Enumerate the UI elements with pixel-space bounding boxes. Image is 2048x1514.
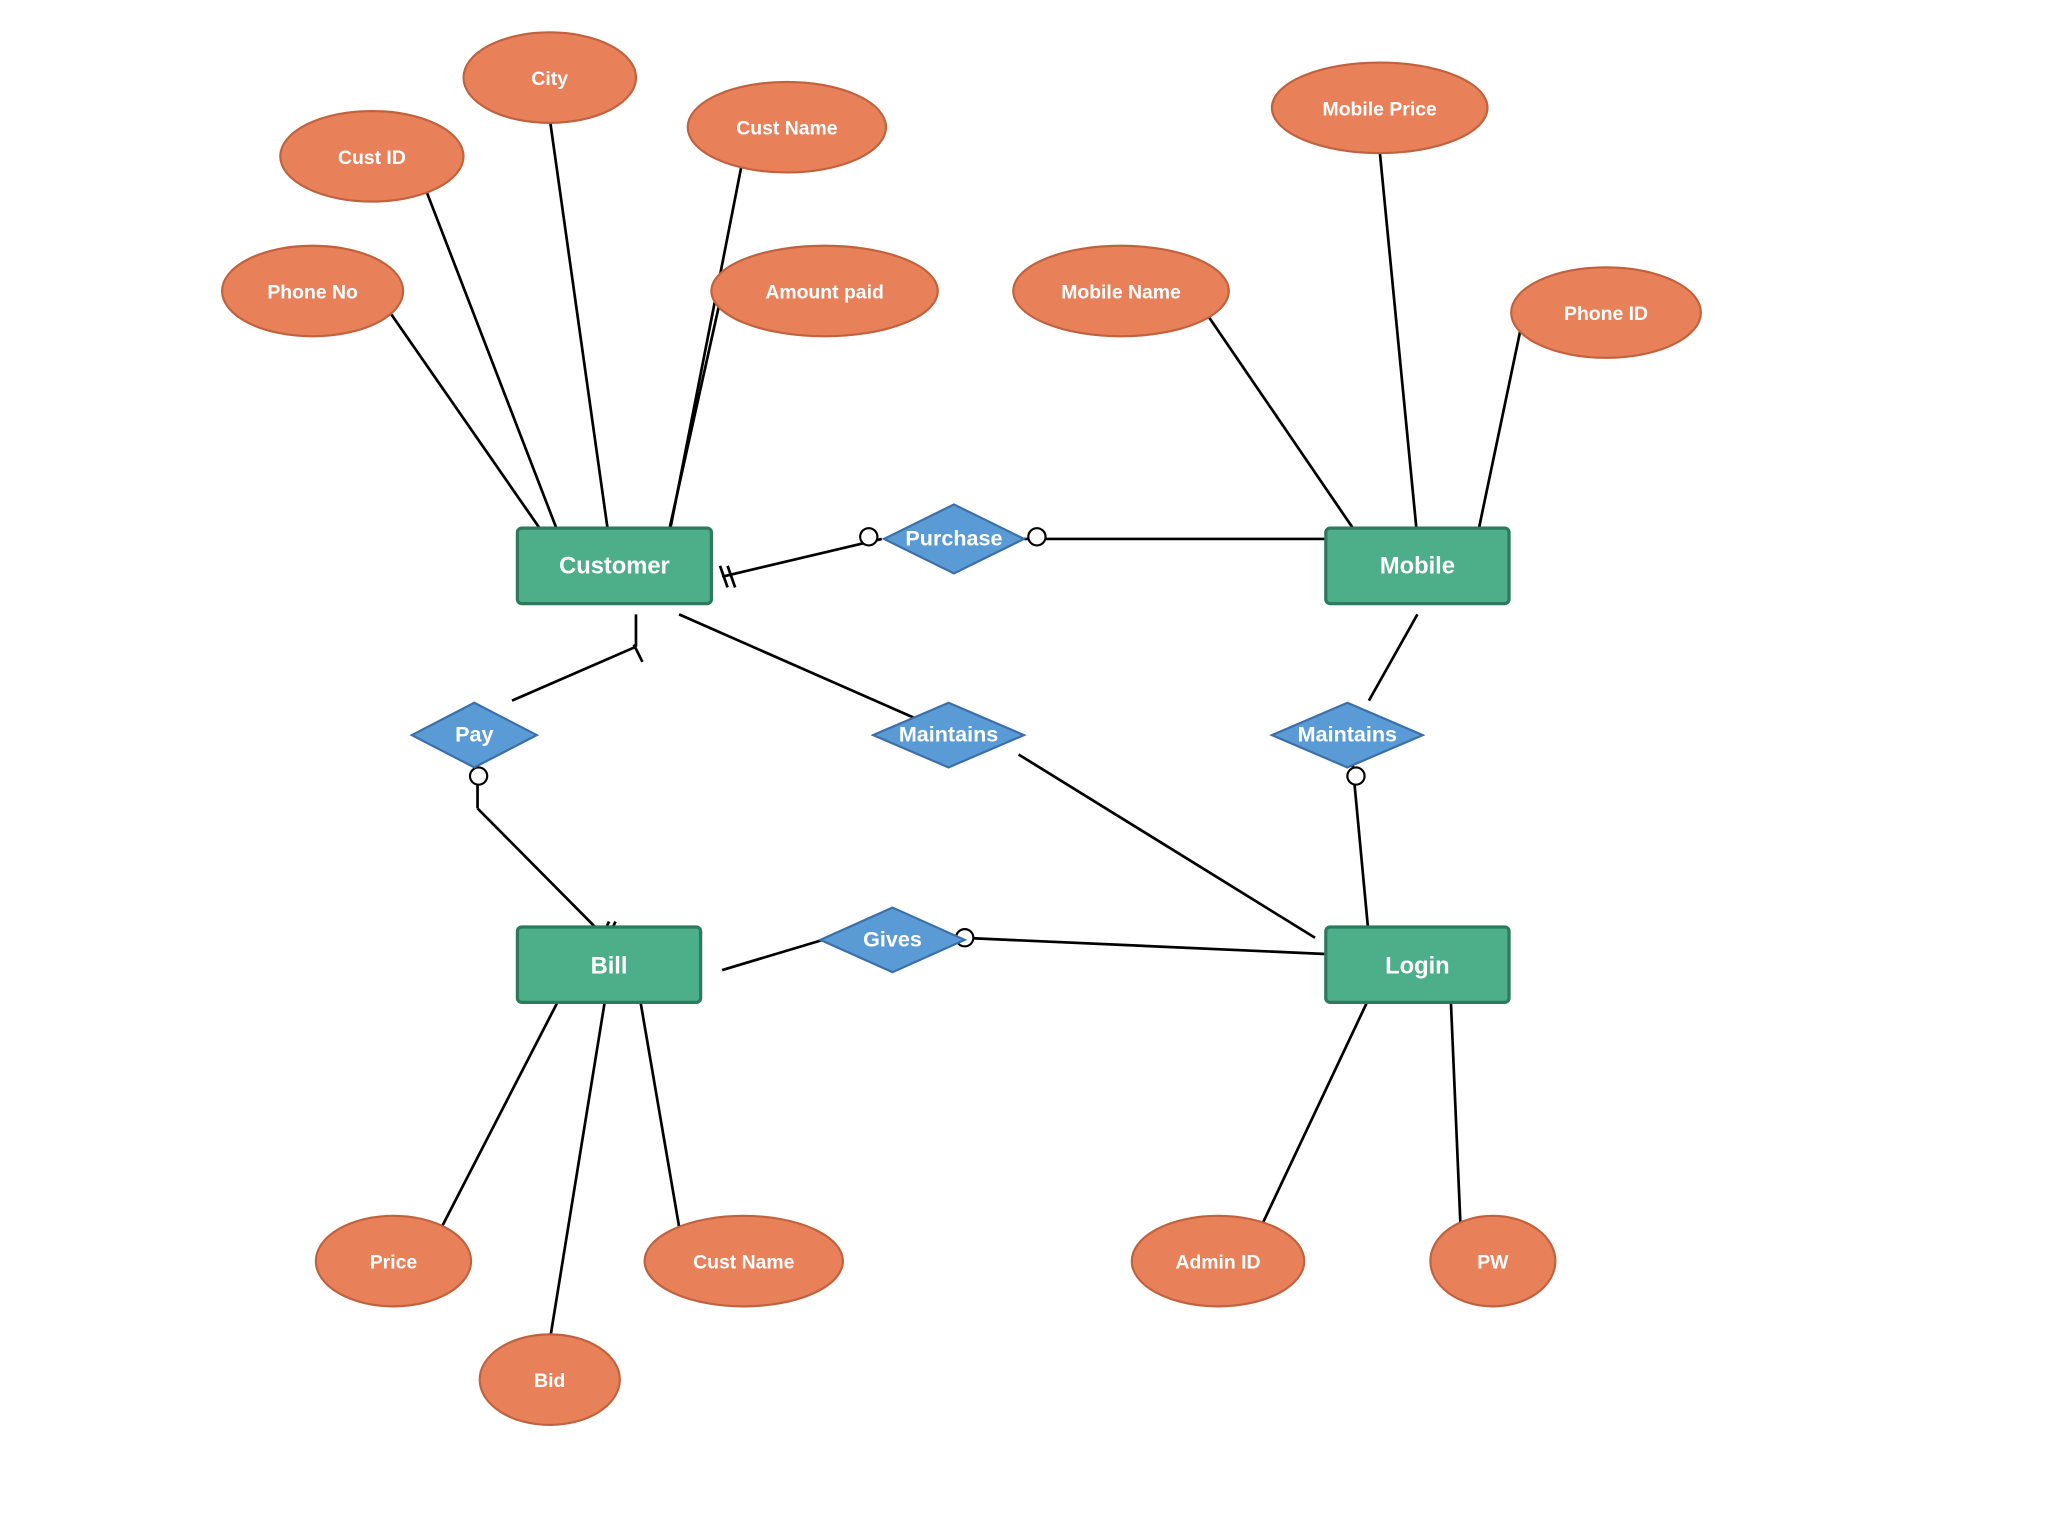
- connector-maintains-login: [1019, 755, 1315, 938]
- attr-city-label: City: [531, 68, 568, 90]
- attr-cust-id-label: Cust ID: [338, 147, 406, 169]
- connector-gives-login: [961, 938, 1347, 955]
- cardinality-circle2: [1028, 528, 1045, 545]
- connector-mobileprice-mobile: [1380, 151, 1418, 539]
- attr-mobile-price-label: Mobile Price: [1323, 98, 1437, 120]
- attr-price-label: Price: [370, 1252, 418, 1274]
- entity-customer-label: Customer: [559, 553, 670, 579]
- connector-mobile-maintains-right: [1369, 614, 1418, 700]
- attr-phone-no-label: Phone No: [267, 282, 358, 304]
- connector-price-bill: [442, 975, 571, 1226]
- cardinality-circle1: [860, 528, 877, 545]
- connector-amountpaid-customer: [663, 291, 722, 558]
- connector-pw-login: [1450, 975, 1461, 1226]
- attr-pw-label: PW: [1477, 1252, 1509, 1274]
- connector-phoneid-mobile: [1477, 307, 1526, 539]
- rel-purchase-label: Purchase: [905, 525, 1002, 550]
- connector-custname2-bill: [636, 975, 679, 1226]
- connector-customer-purchase-left: [722, 539, 882, 577]
- connector-customer-pay: [512, 647, 636, 701]
- rel-gives-label: Gives: [863, 926, 922, 951]
- connector-city-customer: [550, 119, 609, 539]
- attr-mobile-name-label: Mobile Name: [1061, 282, 1181, 304]
- entity-mobile-label: Mobile: [1380, 553, 1455, 579]
- attr-bid-label: Bid: [534, 1370, 565, 1392]
- connector-adminid-login: [1261, 975, 1380, 1226]
- entity-login-label: Login: [1385, 953, 1450, 979]
- attr-phone-id-label: Phone ID: [1564, 303, 1648, 325]
- attr-cust-name2-label: Cust Name: [693, 1252, 795, 1274]
- connector-customer-maintains: [679, 614, 948, 733]
- attr-admin-id-label: Admin ID: [1175, 1252, 1260, 1274]
- cardinality-circle5: [1347, 767, 1364, 784]
- connector-phoneno-customer: [375, 291, 560, 558]
- attr-cust-name-label: Cust Name: [736, 118, 838, 140]
- rel-pay-label: Pay: [455, 722, 493, 747]
- connector-mobilename-mobile: [1191, 291, 1360, 539]
- rel-maintains-center-label: Maintains: [899, 722, 998, 747]
- connector-bid-bill: [550, 975, 609, 1340]
- attr-amount-paid-label: Amount paid: [765, 282, 883, 304]
- rel-maintains-right-label: Maintains: [1298, 722, 1397, 747]
- connector-custid-customer: [420, 176, 560, 539]
- connector-maintainsright-login: [1353, 765, 1369, 937]
- cardinality-circle3: [470, 767, 487, 784]
- connector-pay-bill: [478, 808, 606, 937]
- connector-bill-gives: [722, 938, 830, 970]
- er-diagram: Customer Mobile Bill Login Purchase Pay …: [0, 0, 2048, 1509]
- entity-bill-label: Bill: [591, 953, 628, 979]
